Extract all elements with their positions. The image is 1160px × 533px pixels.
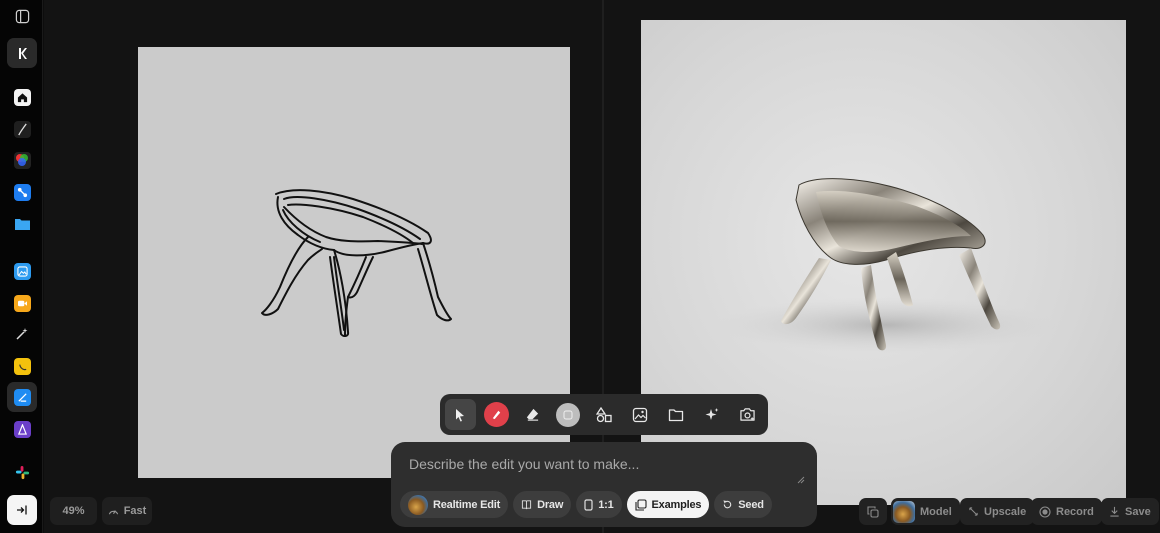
lipsync-app-button[interactable] <box>7 351 37 381</box>
upscale-icon <box>969 507 978 516</box>
image-app-icon <box>13 262 31 280</box>
left-sidebar <box>0 0 43 533</box>
aspect-ratio-button[interactable]: 1:1 <box>576 491 622 518</box>
folder-tool-button[interactable] <box>660 399 691 430</box>
folder-icon <box>668 408 683 421</box>
seed-label: Seed <box>738 498 764 511</box>
image-tool-button[interactable] <box>624 399 655 430</box>
drawing-toolbar <box>440 394 768 435</box>
copy-icon <box>867 505 879 518</box>
realtime-app-icon <box>13 388 31 406</box>
video-app-button[interactable] <box>7 288 37 318</box>
speed-toggle[interactable]: Fast <box>102 497 152 525</box>
brush-icon <box>492 410 501 420</box>
resize-grip-icon[interactable] <box>797 476 805 484</box>
gauge-icon <box>108 510 118 515</box>
aspect-ratio-icon <box>584 498 593 511</box>
book-icon <box>522 500 532 510</box>
realtime-edit-button[interactable]: Realtime Edit <box>400 491 509 518</box>
speed-label: Fast <box>123 505 147 517</box>
camera-icon <box>740 408 755 421</box>
aspect-ratio-label: 1:1 <box>598 498 614 511</box>
lipsync-app-icon <box>13 357 31 375</box>
nodes-app-button[interactable] <box>7 177 37 207</box>
sign-in-icon <box>17 505 27 515</box>
krea-logo-button[interactable] <box>7 38 37 68</box>
model-thumbnail-icon <box>893 500 915 523</box>
gallery-icon <box>634 498 647 511</box>
seed-button[interactable]: Seed <box>714 491 772 518</box>
upscale-button[interactable]: Upscale <box>960 498 1035 525</box>
camera-tool-button[interactable] <box>732 399 763 430</box>
realtime-edit-label: Realtime Edit <box>433 498 501 511</box>
examples-label: Examples <box>651 498 702 511</box>
save-button[interactable]: Save <box>1101 498 1159 525</box>
record-button[interactable]: Record <box>1031 498 1102 525</box>
record-icon <box>1039 505 1051 518</box>
model-thumbnail <box>408 494 428 515</box>
sidebar-toggle-icon <box>15 9 29 23</box>
prompt-options: Realtime Edit Draw 1:1 Examples Seed <box>400 491 772 518</box>
download-icon <box>1110 506 1119 517</box>
krea-logo-icon <box>19 47 27 59</box>
examples-button[interactable]: Examples <box>626 491 710 518</box>
refresh-icon <box>723 500 732 509</box>
apps-grid-icon <box>14 464 31 481</box>
blur-icon <box>556 402 581 427</box>
model-button[interactable]: Model <box>891 498 960 525</box>
brush-color-button[interactable] <box>481 399 512 430</box>
copy-button[interactable] <box>859 498 887 525</box>
prompt-panel: Realtime Edit Draw 1:1 Examples Seed <box>391 442 817 527</box>
sparkles-icon <box>705 407 719 420</box>
pen-tool-icon <box>13 120 31 138</box>
realtime-app-button[interactable] <box>7 382 37 412</box>
color-wheel-app-icon <box>13 151 31 169</box>
shapes-icon <box>596 406 612 422</box>
shapes-tool-button[interactable] <box>589 399 620 430</box>
save-label: Save <box>1125 505 1151 518</box>
eraser-icon <box>526 408 538 421</box>
enhance-app-button[interactable] <box>7 319 37 349</box>
zoom-level[interactable]: 49% <box>50 497 97 525</box>
folder-app-icon <box>14 215 31 232</box>
app-root: Realtime Edit Draw 1:1 Examples Seed 49% <box>0 0 1160 533</box>
draw-label: Draw <box>537 498 564 511</box>
image-icon <box>632 407 648 422</box>
upscale-label: Upscale <box>984 505 1027 518</box>
home-icon <box>13 88 31 106</box>
color-app-button[interactable] <box>7 145 37 175</box>
zoom-label: 49% <box>62 505 85 517</box>
record-label: Record <box>1056 505 1094 518</box>
train-app-icon <box>13 420 31 438</box>
home-button[interactable] <box>7 82 37 112</box>
image-app-button[interactable] <box>7 256 37 286</box>
sign-in-button[interactable] <box>7 495 37 525</box>
nodes-app-icon <box>13 183 31 201</box>
sidebar-toggle-button[interactable] <box>7 1 37 31</box>
apps-grid-button[interactable] <box>7 457 37 487</box>
magic-wand-icon <box>14 326 31 343</box>
ai-enhance-button[interactable] <box>696 399 727 430</box>
draw-button[interactable]: Draw <box>513 491 572 518</box>
video-app-icon <box>13 294 31 312</box>
folder-app-button[interactable] <box>7 208 37 238</box>
pen-tool-button[interactable] <box>7 114 37 144</box>
train-app-button[interactable] <box>7 414 37 444</box>
model-label: Model <box>920 505 952 518</box>
eraser-tool-button[interactable] <box>517 399 548 430</box>
brush-color-swatch <box>483 402 509 427</box>
select-tool-button[interactable] <box>445 399 476 430</box>
prompt-input[interactable] <box>409 456 799 472</box>
blur-tool-button[interactable] <box>553 399 584 430</box>
cursor-icon <box>456 408 465 421</box>
